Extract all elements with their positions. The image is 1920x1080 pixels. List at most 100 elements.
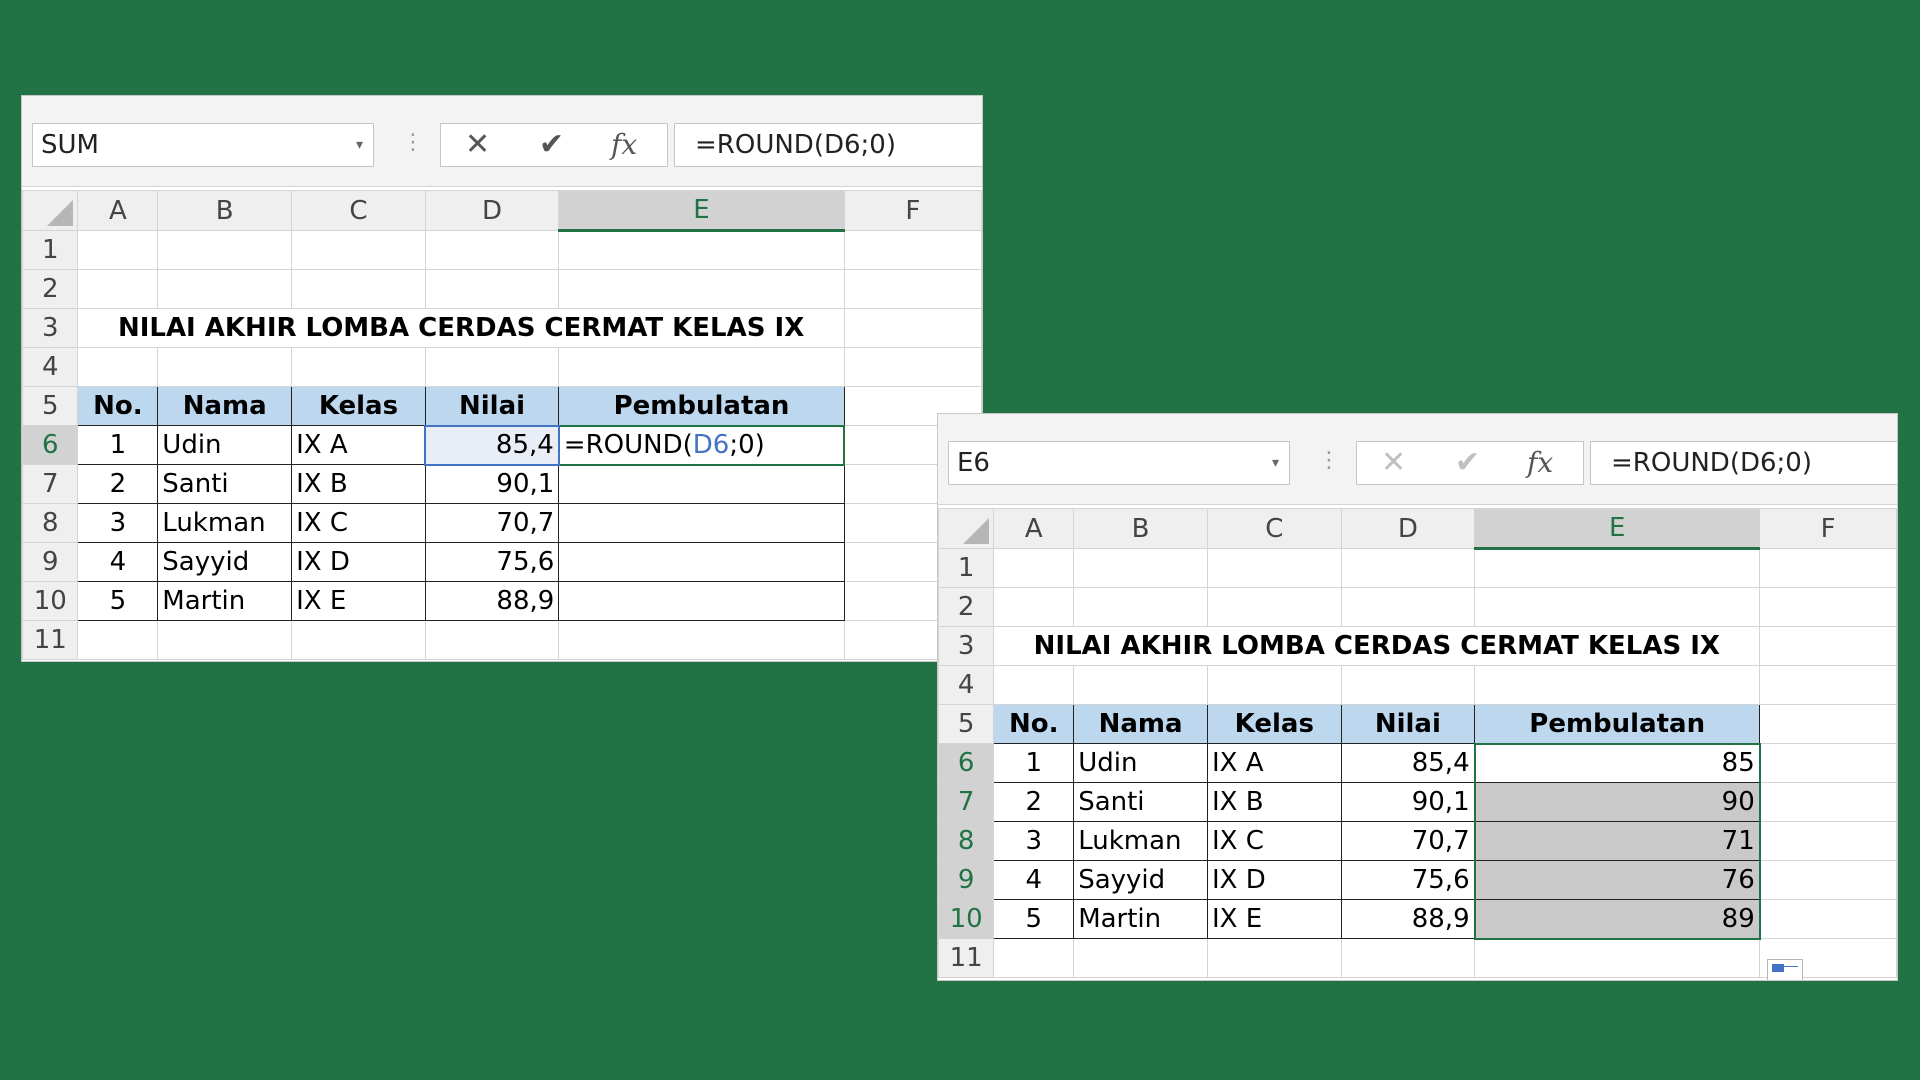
table-title[interactable]: NILAI AKHIR LOMBA CERDAS CERMAT KELAS IX <box>77 308 845 348</box>
header-kelas[interactable]: Kelas <box>1207 704 1342 744</box>
cell[interactable] <box>1759 587 1897 627</box>
cell-kelas[interactable]: IX B <box>1207 782 1342 822</box>
cell[interactable] <box>1759 743 1897 783</box>
enter-icon[interactable]: ✔ <box>539 124 564 166</box>
cell[interactable] <box>77 230 159 270</box>
row-header-7[interactable]: 7 <box>22 464 79 504</box>
cell-kelas[interactable]: IX E <box>291 581 426 621</box>
cell[interactable] <box>1759 821 1897 861</box>
cell[interactable] <box>157 620 293 660</box>
cell[interactable] <box>77 620 159 660</box>
header-pembulatan[interactable]: Pembulatan <box>1474 704 1761 744</box>
cell-kelas[interactable]: IX E <box>1207 899 1342 939</box>
select-all-corner[interactable] <box>22 190 79 231</box>
cell[interactable] <box>1207 938 1342 978</box>
column-header-e[interactable]: E <box>558 190 845 232</box>
cell-nilai[interactable]: 90,1 <box>424 464 560 504</box>
cell-no[interactable]: 2 <box>77 464 159 504</box>
cell-nama[interactable]: Lukman <box>157 503 293 543</box>
cell-nilai[interactable]: 85,4 <box>424 424 560 466</box>
cell[interactable] <box>1207 548 1342 588</box>
column-header-b[interactable]: B <box>1073 508 1208 549</box>
header-kelas[interactable]: Kelas <box>291 386 426 426</box>
cell-pembulatan[interactable]: 76 <box>1473 860 1761 900</box>
column-header-d[interactable]: D <box>424 190 560 231</box>
cell[interactable] <box>843 269 982 309</box>
column-header-f[interactable]: F <box>843 190 982 231</box>
cell[interactable] <box>1759 782 1897 822</box>
cell[interactable] <box>1759 704 1897 744</box>
insert-function-icon[interactable]: fx <box>611 124 637 166</box>
row-header-10[interactable]: 10 <box>22 581 79 621</box>
header-pembulatan[interactable]: Pembulatan <box>558 386 845 426</box>
enter-icon[interactable]: ✔ <box>1455 442 1480 484</box>
cell[interactable] <box>291 269 426 309</box>
cell-nilai[interactable]: 88,9 <box>424 581 560 621</box>
cell-no[interactable]: 1 <box>993 743 1075 783</box>
cell-no[interactable]: 5 <box>77 581 159 621</box>
row-header-9[interactable]: 9 <box>938 860 995 900</box>
cell[interactable] <box>291 620 426 660</box>
cell-pembulatan[interactable] <box>558 464 845 504</box>
row-header-1[interactable]: 1 <box>22 230 79 270</box>
cell-pembulatan[interactable] <box>558 503 845 543</box>
cell[interactable] <box>1759 665 1897 705</box>
row-header-5[interactable]: 5 <box>938 704 995 744</box>
column-header-a[interactable]: A <box>77 190 159 231</box>
row-header-3[interactable]: 3 <box>938 626 995 666</box>
cell-nilai[interactable]: 70,7 <box>424 503 560 543</box>
column-header-c[interactable]: C <box>1207 508 1342 549</box>
cell[interactable] <box>424 269 560 309</box>
cell[interactable] <box>1207 665 1342 705</box>
cell[interactable] <box>291 347 426 387</box>
cell-nama[interactable]: Martin <box>157 581 293 621</box>
cell[interactable] <box>843 308 982 348</box>
row-header-6[interactable]: 6 <box>22 425 79 465</box>
cell-nama[interactable]: Lukman <box>1073 821 1208 861</box>
cell-kelas[interactable]: IX C <box>1207 821 1342 861</box>
cell[interactable] <box>424 347 560 387</box>
cell[interactable] <box>558 620 845 660</box>
cell[interactable] <box>993 938 1075 978</box>
cell-pembulatan[interactable] <box>558 542 845 582</box>
cell-no[interactable]: 3 <box>993 821 1075 861</box>
cell[interactable] <box>1759 548 1897 588</box>
row-header-8[interactable]: 8 <box>22 503 79 543</box>
cell-nama[interactable]: Santi <box>1073 782 1208 822</box>
column-header-c[interactable]: C <box>291 190 426 231</box>
insert-function-icon[interactable]: fx <box>1527 442 1553 484</box>
cell[interactable] <box>1073 548 1208 588</box>
cell[interactable] <box>77 269 159 309</box>
cell[interactable] <box>291 230 426 270</box>
more-options-icon[interactable]: ⋮ <box>402 128 424 158</box>
header-no[interactable]: No. <box>993 704 1075 744</box>
name-box[interactable]: SUM ▾ <box>32 123 374 167</box>
active-cell-e6[interactable]: =ROUND(D6;0) <box>557 424 846 466</box>
row-header-1[interactable]: 1 <box>938 548 995 588</box>
cell[interactable] <box>558 230 845 270</box>
cell-nilai[interactable]: 88,9 <box>1340 899 1476 939</box>
cell-nilai[interactable]: 75,6 <box>424 542 560 582</box>
cell-no[interactable]: 1 <box>77 425 159 465</box>
cell-nama[interactable]: Udin <box>157 425 293 465</box>
column-header-d[interactable]: D <box>1340 508 1476 549</box>
cell[interactable] <box>993 548 1075 588</box>
cell[interactable] <box>1073 938 1208 978</box>
cell[interactable] <box>1759 860 1897 900</box>
cell[interactable] <box>558 269 845 309</box>
cell-nama[interactable]: Martin <box>1073 899 1208 939</box>
column-header-f[interactable]: F <box>1759 508 1897 549</box>
cell[interactable] <box>1474 587 1761 627</box>
column-header-b[interactable]: B <box>157 190 293 231</box>
cell-no[interactable]: 5 <box>993 899 1075 939</box>
cell-pembulatan[interactable]: 71 <box>1473 821 1761 861</box>
row-header-3[interactable]: 3 <box>22 308 79 348</box>
row-header-5[interactable]: 5 <box>22 386 79 426</box>
select-all-corner[interactable] <box>938 508 995 549</box>
cell-nama[interactable]: Udin <box>1073 743 1208 783</box>
cell-no[interactable]: 4 <box>77 542 159 582</box>
cell[interactable] <box>157 269 293 309</box>
cell[interactable] <box>1207 587 1342 627</box>
table-title[interactable]: NILAI AKHIR LOMBA CERDAS CERMAT KELAS IX <box>993 626 1761 666</box>
header-nilai[interactable]: Nilai <box>1340 704 1476 744</box>
